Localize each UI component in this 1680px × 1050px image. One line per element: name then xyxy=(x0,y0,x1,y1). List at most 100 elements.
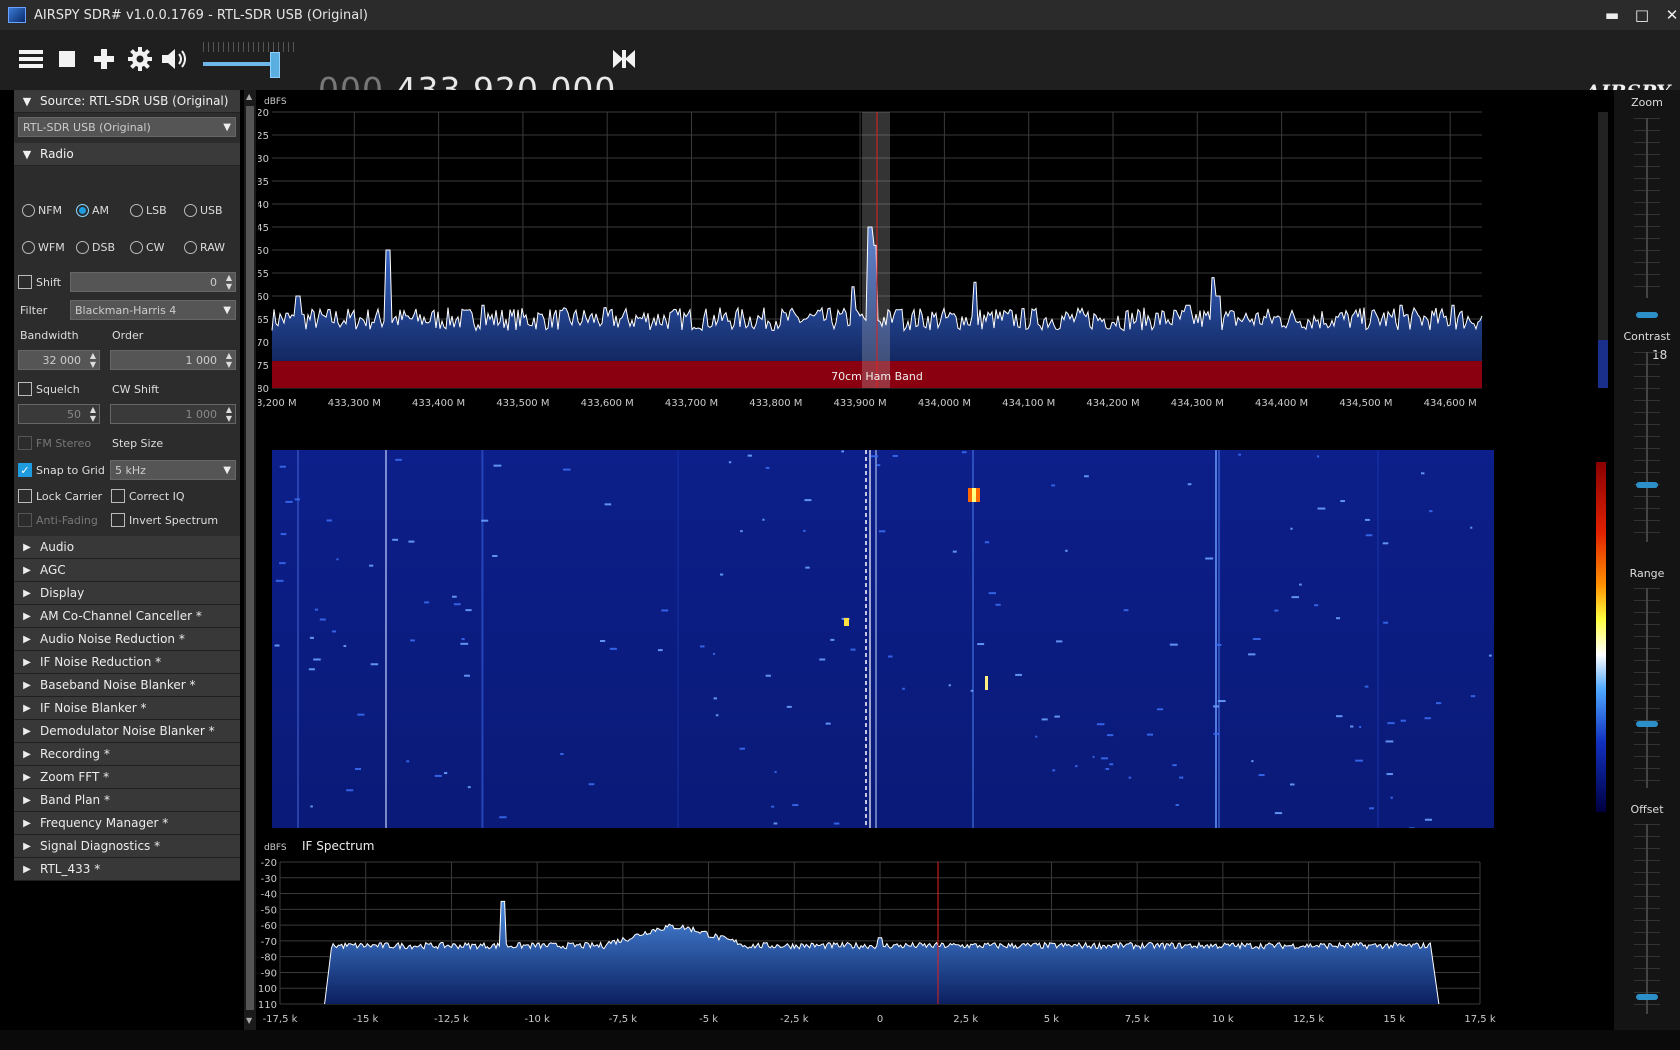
mode-radio-usb[interactable]: USB xyxy=(184,204,223,217)
waterfall-burst xyxy=(357,713,365,716)
shift-label: Shift xyxy=(36,275,62,289)
filter-value: Blackman-Harris 4 xyxy=(75,304,177,317)
source-select[interactable]: RTL-SDR USB (Original) ▼ xyxy=(18,117,236,137)
y-tick-label: -75 xyxy=(258,361,269,372)
waterfall-burst xyxy=(1400,719,1407,722)
plugin-header-0[interactable]: ▶ Audio xyxy=(14,536,240,559)
waterfall-burst xyxy=(493,464,502,467)
volume-slider-track[interactable] xyxy=(203,62,278,66)
if-spectrum[interactable]: dBFS IF Spectrum -20 -30 -40 -50 -60 -70 -80 -9… xyxy=(254,832,1614,1028)
plugin-header-9[interactable]: ▶ Recording * xyxy=(14,743,240,766)
plugin-header-5[interactable]: ▶ IF Noise Reduction * xyxy=(14,651,240,674)
plus-icon[interactable] xyxy=(89,44,119,74)
plugin-header-8[interactable]: ▶ Demodulator Noise Blanker * xyxy=(14,720,240,743)
scroll-up-icon[interactable]: ▲ xyxy=(246,92,252,101)
plugin-header-3[interactable]: ▶ AM Co-Channel Canceller * xyxy=(14,605,240,628)
mode-radio-am[interactable]: AM xyxy=(76,204,109,217)
spectrum-plot[interactable]: dBFS -20 -25 -30 -35 -40 -45 -50 -55 -60 -65 -70 -7… xyxy=(243,90,1614,447)
bandwidth-input[interactable]: 32 000 ▲ ▼ xyxy=(18,350,100,370)
waterfall-burst xyxy=(588,783,595,786)
source-panel-header[interactable]: ▼ Source: RTL-SDR USB (Original) xyxy=(14,90,240,113)
y-tick-label: -30 xyxy=(258,154,269,165)
sidebar-scrollbar[interactable]: ▲ ▼ xyxy=(244,90,256,1030)
if-spectrum-plot[interactable]: dBFS IF Spectrum -20 -30 -40 -50 -60 -70 -80 -9… xyxy=(254,832,1614,1028)
lock-carrier-checkbox[interactable]: Lock Carrier xyxy=(18,489,102,503)
minimize-button[interactable]: ▬ xyxy=(1597,4,1627,26)
offset-slider-track[interactable] xyxy=(1646,824,1648,1014)
range-slider-knob[interactable] xyxy=(1636,721,1658,727)
contrast-slider-track[interactable] xyxy=(1646,352,1648,542)
mode-radio-nfm[interactable]: NFM xyxy=(22,204,62,217)
waterfall-burst xyxy=(370,663,379,666)
plugin-header-4[interactable]: ▶ Audio Noise Reduction * xyxy=(14,628,240,651)
plugin-header-10[interactable]: ▶ Zoom FFT * xyxy=(14,766,240,789)
waterfall-plot[interactable] xyxy=(258,450,1614,830)
waterfall-burst xyxy=(1055,640,1063,643)
zoom-slider-track[interactable] xyxy=(1646,118,1648,298)
scrollbar-thumb[interactable] xyxy=(246,106,254,1010)
spectrum-analyzer[interactable]: dBFS -20 -25 -30 -35 -40 -45 -50 -55 -60 -65 -70 -7… xyxy=(243,90,1614,447)
shift-input[interactable]: 0 ▲ ▼ xyxy=(70,272,236,292)
waterfall-burst xyxy=(434,774,442,777)
waterfall-burst xyxy=(712,652,716,655)
gear-icon[interactable] xyxy=(125,44,155,74)
waterfall-burst xyxy=(1213,732,1220,735)
source-select-value: RTL-SDR USB (Original) xyxy=(23,121,151,134)
filter-select[interactable]: Blackman-Harris 4 ▼ xyxy=(70,300,236,320)
offset-slider-knob[interactable] xyxy=(1636,994,1658,1000)
plugin-header-6[interactable]: ▶ Baseband Noise Blanker * xyxy=(14,674,240,697)
plugin-header-12[interactable]: ▶ Frequency Manager * xyxy=(14,812,240,835)
close-button[interactable]: ✕ xyxy=(1657,4,1680,26)
mode-radio-cw[interactable]: CW xyxy=(130,241,165,254)
stepsize-select[interactable]: 5 kHz ▼ xyxy=(110,460,236,480)
speaker-icon[interactable] xyxy=(160,44,190,74)
shift-checkbox[interactable]: Shift xyxy=(18,275,61,289)
checkbox-box xyxy=(111,489,125,503)
plugin-header-11[interactable]: ▶ Band Plan * xyxy=(14,789,240,812)
plugin-label: RTL_433 * xyxy=(40,862,101,876)
squelch-checkbox[interactable]: Squelch xyxy=(18,382,80,396)
plugin-header-7[interactable]: ▶ IF Noise Blanker * xyxy=(14,697,240,720)
plugin-header-13[interactable]: ▶ Signal Diagnostics * xyxy=(14,835,240,858)
band-plan-label: 70cm Ham Band xyxy=(831,370,923,383)
snap-to-grid-checkbox[interactable]: ✓ Snap to Grid xyxy=(18,463,105,477)
waterfall-burst xyxy=(1123,609,1129,612)
zoom-slider-knob[interactable] xyxy=(1636,312,1658,318)
cwshift-input[interactable]: 1 000 ▲ ▼ xyxy=(110,404,236,424)
mode-radio-wfm[interactable]: WFM xyxy=(22,241,65,254)
mode-radio-lsb[interactable]: LSB xyxy=(130,204,167,217)
waterfall-burst xyxy=(786,705,792,708)
range-slider-track[interactable] xyxy=(1646,588,1648,788)
waterfall-burst xyxy=(984,541,990,544)
waterfall-burst xyxy=(970,689,974,692)
waterfall-burst xyxy=(1215,643,1222,646)
correct-iq-checkbox[interactable]: Correct IQ xyxy=(111,489,185,503)
maximize-button[interactable]: □ xyxy=(1627,4,1657,26)
expand-icon: ▶ xyxy=(23,794,31,806)
waterfall[interactable] xyxy=(258,450,1614,830)
x-tick-label: -12,5 k xyxy=(434,1014,469,1025)
waterfall-burst xyxy=(1035,735,1038,738)
anti-fading-checkbox[interactable]: Anti-Fading xyxy=(18,513,98,527)
menu-icon[interactable] xyxy=(16,44,46,74)
checkbox-box xyxy=(111,513,125,527)
waterfall-burst xyxy=(609,647,617,650)
squelch-input[interactable]: 50 ▲ ▼ xyxy=(18,404,100,424)
plugin-header-14[interactable]: ▶ RTL_433 * xyxy=(14,858,240,881)
invert-spectrum-checkbox[interactable]: Invert Spectrum xyxy=(111,513,218,527)
stop-icon[interactable] xyxy=(52,44,82,74)
waterfall-burst xyxy=(279,562,286,565)
mode-radio-dsb[interactable]: DSB xyxy=(76,241,115,254)
radio-panel-header[interactable]: ▼ Radio xyxy=(14,143,240,166)
order-input[interactable]: 1 000 ▲ ▼ xyxy=(110,350,236,370)
offset-label: Offset xyxy=(1630,803,1664,816)
contrast-slider-knob[interactable] xyxy=(1636,482,1658,488)
plugin-header-1[interactable]: ▶ AGC xyxy=(14,559,240,582)
y-tick-label: -60 xyxy=(261,921,277,932)
waterfall-burst xyxy=(1488,654,1492,657)
fmstereo-checkbox[interactable]: FM Stereo xyxy=(18,436,91,450)
mode-radio-raw[interactable]: RAW xyxy=(184,241,225,254)
scroll-down-icon[interactable]: ▼ xyxy=(246,1016,252,1025)
volume-slider-knob[interactable] xyxy=(270,52,280,78)
plugin-header-2[interactable]: ▶ Display xyxy=(14,582,240,605)
